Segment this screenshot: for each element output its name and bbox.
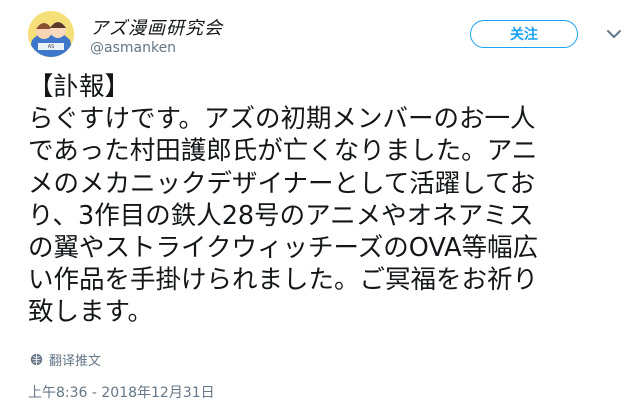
tweet-line-7: い作品を手掛けられました。ご冥福をお祈り [28,265,539,296]
tweet-line-6: の翼やストライクウィッチーズのOVA等幅広 [28,232,539,263]
svg-text:AS: AS [48,44,55,50]
tweet-line-1: 【訃報】 [28,72,131,102]
translate-label[interactable]: 翻译推文 [49,350,101,369]
chevron-down-icon[interactable] [602,22,626,46]
author-handle[interactable]: @asmanken [90,40,176,56]
globe-icon [30,353,43,365]
tweet-line-4: メのメカニックデザイナーとして活躍してお [28,168,536,199]
follow-button[interactable]: 关注 [470,20,578,48]
tweet-timestamp[interactable]: 上午8:36 - 2018年12月31日 [28,382,215,402]
avatar-image: AS [28,11,74,57]
tweet-header: AS アズ漫画研究会 @asmanken 关注 [18,8,628,57]
tweet-line-3: であった村田護郎氏が亡くなりました。アニ [28,136,538,167]
tweet-line-8: 致します。 [28,297,153,328]
author-name[interactable]: アズ漫画研究会 [90,14,223,40]
tweet-text: 【訃報】 らぐすけです。アズの初期メンバーのお一人 であった村田護郎氏が亡くなり… [28,71,628,329]
avatar[interactable]: AS [28,11,74,57]
translate-tweet[interactable]: 翻译推文 [30,350,101,369]
tweet-line-2: らぐすけです。アズの初期メンバーのお一人 [28,104,536,135]
tweet-line-5: り、3作目の鉄人28号のアニメやオネアミス [28,200,534,231]
